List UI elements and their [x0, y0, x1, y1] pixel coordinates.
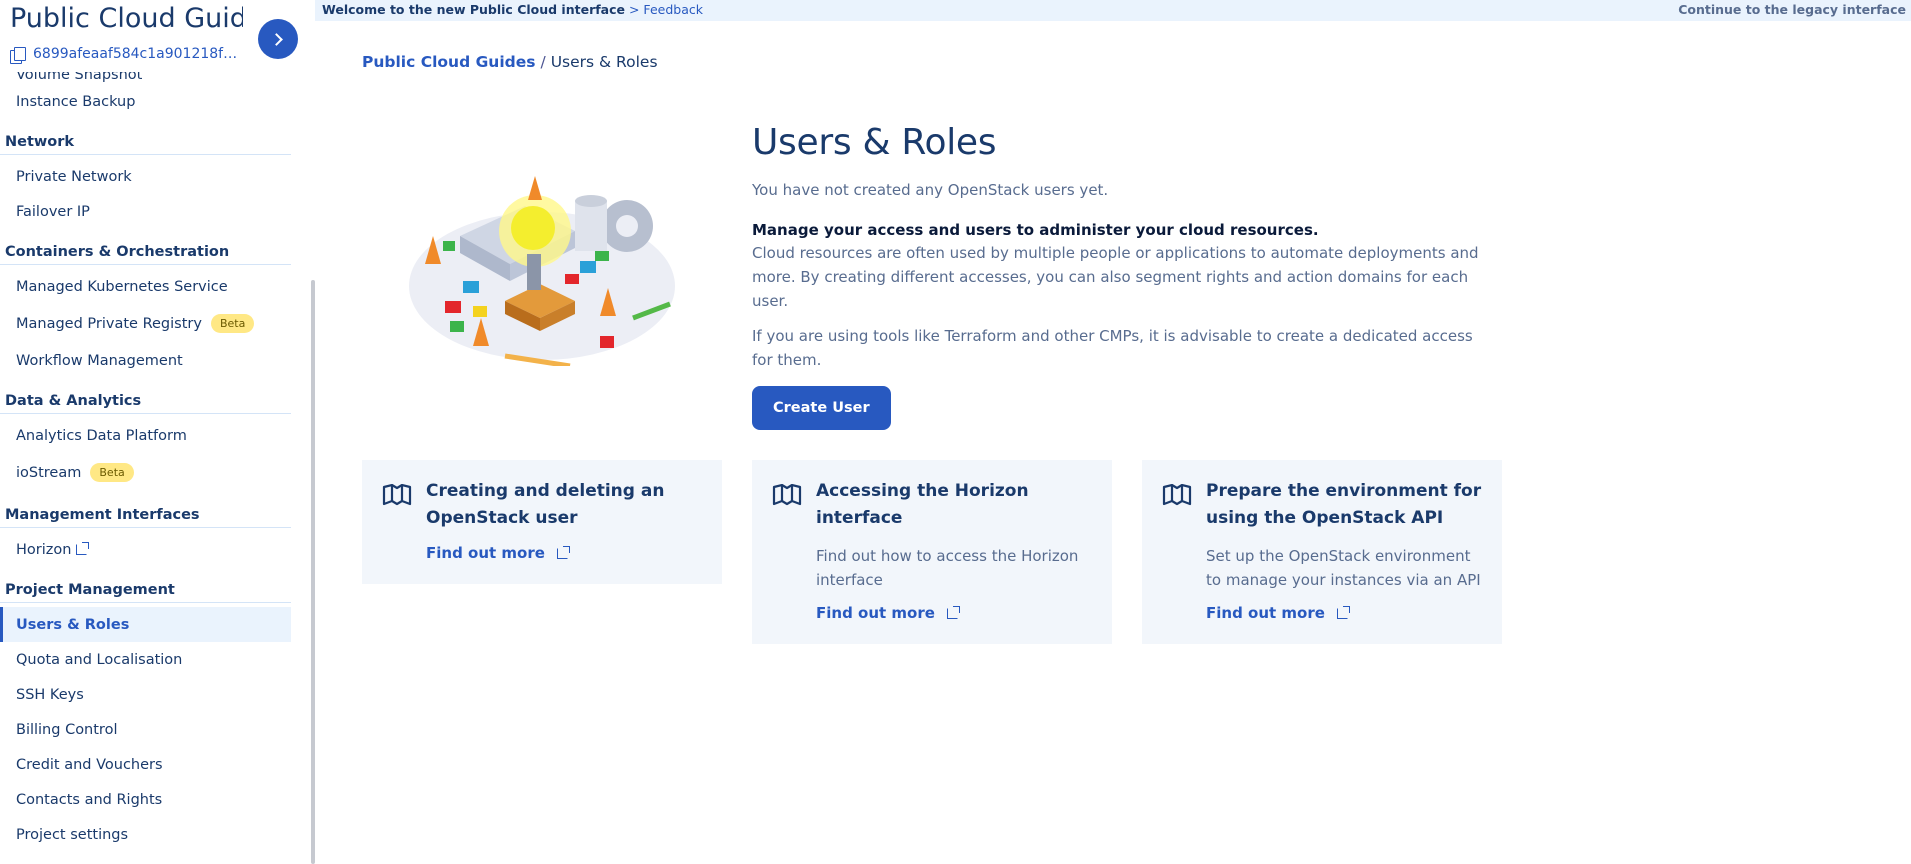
project-title: Public Cloud Guides: [10, 3, 243, 34]
empty-state-text: You have not created any OpenStack users…: [752, 181, 1109, 199]
sidebar-scrollbar[interactable]: [311, 280, 315, 864]
sidebar-item-label: Private Network: [16, 168, 132, 185]
book-icon: [382, 484, 412, 506]
sidebar-item-contacts-rights[interactable]: Contacts and Rights: [0, 782, 291, 817]
sidebar-header: Public Cloud Guides 6899afeaaf584c1a9012…: [0, 0, 315, 72]
sidebar-item-label: Managed Private Registry: [16, 315, 202, 332]
sidebar-item-analytics-data-platform[interactable]: Analytics Data Platform: [0, 418, 291, 453]
sidebar-section-data-analytics: Data & Analytics: [0, 388, 291, 414]
sidebar-item-label: Horizon: [16, 541, 72, 558]
hero-section: Users & Roles You have not created any O…: [752, 122, 1492, 430]
sidebar-item-failover-ip[interactable]: Failover IP: [0, 194, 291, 229]
external-link-icon: [946, 605, 960, 619]
users-roles-illustration: [409, 176, 675, 366]
sidebar-item-label: Users & Roles: [16, 616, 130, 633]
breadcrumb-parent-link[interactable]: Public Cloud Guides: [362, 53, 535, 71]
sidebar-item-label: Instance Backup: [16, 93, 136, 110]
sidebar-section-management-interfaces: Management Interfaces: [0, 502, 291, 528]
create-user-button[interactable]: Create User: [752, 386, 891, 430]
sidebar-item-label: Quota and Localisation: [16, 651, 183, 668]
sidebar-item-horizon[interactable]: Horizon: [0, 532, 291, 567]
sidebar-item-volume-snapshot[interactable]: Volume Snapshot: [0, 72, 291, 84]
sidebar-item-workflow-management[interactable]: Workflow Management: [0, 343, 291, 378]
breadcrumb-current: Users & Roles: [550, 53, 658, 71]
sidebar-item-label: Project settings: [16, 826, 129, 843]
guide-card: Accessing the Horizon interface Find out…: [752, 460, 1112, 644]
sidebar-section-network: Network: [0, 129, 291, 155]
sidebar-item-ssh-keys[interactable]: SSH Keys: [0, 677, 291, 712]
find-out-more-link[interactable]: Find out more: [1206, 604, 1484, 622]
sidebar-item-label: Credit and Vouchers: [16, 756, 163, 773]
beta-badge: Beta: [210, 314, 255, 333]
external-link-icon: [76, 542, 90, 555]
card-title: Prepare the environment for using the Op…: [1206, 481, 1482, 528]
hero-body-1: Cloud resources are often used by multip…: [752, 244, 1479, 310]
sidebar-item-label: Analytics Data Platform: [16, 427, 187, 444]
top-banner: Welcome to the new Public Cloud interfac…: [315, 0, 1911, 21]
guide-cards: Creating and deleting an OpenStack user …: [362, 460, 1502, 644]
sidebar-item-label: ioStream: [16, 464, 82, 481]
project-id-row[interactable]: 6899afeaaf584c1a901218f0e...: [10, 46, 245, 64]
breadcrumb: Public Cloud Guides / Users & Roles: [362, 53, 658, 71]
beta-badge: Beta: [90, 463, 134, 482]
sidebar-item-billing-control[interactable]: Billing Control: [0, 712, 291, 747]
banner-left: Welcome to the new Public Cloud interfac…: [322, 0, 703, 19]
card-link-label: Find out more: [1206, 604, 1325, 622]
project-id: 6899afeaaf584c1a901218f0e...: [33, 46, 245, 62]
find-out-more-link[interactable]: Find out more: [426, 544, 704, 562]
sidebar-item-instance-backup[interactable]: Instance Backup: [0, 84, 291, 119]
feedback-link[interactable]: > Feedback: [629, 2, 703, 17]
sidebar-item-managed-private-registry[interactable]: Managed Private Registry Beta: [0, 304, 291, 343]
card-title: Accessing the Horizon interface: [816, 481, 1029, 528]
sidebar-item-iostream[interactable]: ioStream Beta: [0, 453, 291, 492]
card-title: Creating and deleting an OpenStack user: [426, 481, 665, 528]
sidebar-nav: Volume Snapshot Instance Backup Network …: [0, 72, 291, 864]
sidebar-item-label: Billing Control: [16, 721, 118, 738]
sidebar-section-project-management: Project Management: [0, 577, 291, 603]
page-title: Users & Roles: [752, 122, 997, 163]
guide-card: Creating and deleting an OpenStack user …: [362, 460, 722, 584]
sidebar-item-label: Managed Kubernetes Service: [16, 278, 228, 295]
copy-icon[interactable]: [10, 46, 26, 64]
card-link-label: Find out more: [426, 544, 545, 562]
sidebar: Public Cloud Guides 6899afeaaf584c1a9012…: [0, 0, 315, 864]
hero-body-2: If you are using tools like Terraform an…: [752, 327, 1473, 369]
breadcrumb-separator: /: [540, 53, 546, 71]
card-description: Find out how to access the Horizon inter…: [816, 547, 1079, 589]
card-link-label: Find out more: [816, 604, 935, 622]
guide-card: Prepare the environment for using the Op…: [1142, 460, 1502, 644]
sidebar-section-containers: Containers & Orchestration: [0, 239, 291, 265]
card-description: Set up the OpenStack environment to mana…: [1206, 547, 1481, 589]
sidebar-item-label: Contacts and Rights: [16, 791, 163, 808]
sidebar-item-managed-kubernetes[interactable]: Managed Kubernetes Service: [0, 269, 291, 304]
hero-strong-text: Manage your access and users to administ…: [752, 221, 1319, 239]
find-out-more-link[interactable]: Find out more: [816, 604, 1094, 622]
sidebar-item-users-roles[interactable]: Users & Roles: [0, 607, 291, 642]
external-link-icon: [556, 545, 570, 559]
sidebar-item-credit-vouchers[interactable]: Credit and Vouchers: [0, 747, 291, 782]
sidebar-item-quota-localisation[interactable]: Quota and Localisation: [0, 642, 291, 677]
legacy-interface-link[interactable]: Continue to the legacy interface: [1678, 0, 1906, 19]
collapse-sidebar-button[interactable]: [258, 19, 298, 59]
sidebar-item-project-settings[interactable]: Project settings: [0, 817, 291, 852]
banner-message: Welcome to the new Public Cloud interfac…: [322, 2, 625, 17]
sidebar-item-label: Failover IP: [16, 203, 90, 220]
sidebar-item-label: Workflow Management: [16, 352, 183, 369]
sidebar-item-private-network[interactable]: Private Network: [0, 159, 291, 194]
external-link-icon: [1336, 605, 1350, 619]
sidebar-item-label: SSH Keys: [16, 686, 84, 703]
book-icon: [1162, 484, 1192, 506]
book-icon: [772, 484, 802, 506]
chevron-right-icon: [270, 32, 283, 46]
